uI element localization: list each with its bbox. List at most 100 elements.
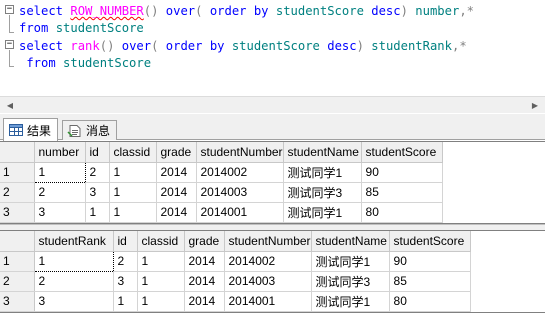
editor-horizontal-scrollbar[interactable]: ◀ ▶ (0, 96, 545, 113)
table-cell[interactable]: 1 (137, 271, 185, 292)
code-token: ( (151, 39, 166, 53)
table-cell[interactable]: 2014 (184, 271, 225, 292)
result-table: studentRank id classid grade studentNumber st… (0, 231, 471, 312)
table-cell[interactable]: 测试同学3 (283, 182, 362, 203)
row-header[interactable]: 2 (0, 182, 35, 203)
column-header[interactable]: grade (156, 142, 197, 163)
results-tab-bar: 结果 消息 (0, 114, 545, 141)
column-header[interactable]: classid (137, 231, 185, 252)
column-header[interactable]: studentNumber (196, 142, 284, 163)
table-cell[interactable]: 2014003 (224, 271, 312, 292)
table-cell[interactable]: 1 (33, 250, 114, 272)
code-line[interactable]: select rank() over( order by studentScor… (19, 38, 467, 55)
table-cell[interactable]: 2014 (156, 162, 197, 183)
table-cell[interactable]: 1 (85, 202, 110, 223)
table-row[interactable]: 2 2 3 1 2014 2014003 测试同学3 85 (0, 271, 471, 292)
column-header[interactable]: studentScore (389, 231, 471, 252)
table-cell[interactable]: 3 (34, 291, 114, 312)
tab-messages[interactable]: 消息 (62, 120, 118, 140)
code-token: studentRank (363, 39, 452, 53)
table-cell[interactable]: 2 (85, 162, 110, 183)
table-cell[interactable]: 测试同学1 (283, 162, 362, 183)
table-cell[interactable]: 80 (361, 202, 443, 223)
row-header[interactable]: 2 (0, 271, 35, 292)
scroll-right-arrow-icon[interactable]: ▶ (527, 98, 543, 113)
table-cell[interactable]: 1 (113, 291, 138, 312)
code-line[interactable]: from studentScore (19, 20, 144, 37)
table-cell[interactable]: 3 (85, 182, 110, 203)
table-cell[interactable]: 1 (109, 202, 157, 223)
table-row[interactable]: 3 3 1 1 2014 2014001 测试同学1 80 (0, 291, 471, 312)
scroll-left-arrow-icon[interactable]: ◀ (2, 98, 18, 113)
code-token: ,* (452, 39, 467, 53)
code-token: () (99, 39, 115, 53)
table-cell[interactable]: 1 (109, 162, 157, 183)
row-header[interactable]: 3 (0, 291, 35, 312)
table-row[interactable]: 1 1 2 1 2014 2014002 测试同学1 90 (0, 250, 471, 272)
table-cell[interactable]: 1 (109, 182, 157, 203)
table-row[interactable]: 3 3 1 1 2014 2014001 测试同学1 80 (0, 202, 443, 223)
table-cell[interactable]: 80 (389, 291, 471, 312)
table-row[interactable]: 1 1 2 1 2014 2014002 测试同学1 90 (0, 161, 443, 183)
column-header[interactable]: classid (109, 142, 157, 163)
code-token: order by (209, 4, 269, 18)
tab-results-label: 结果 (27, 123, 52, 138)
column-header[interactable]: id (85, 142, 110, 163)
table-cell[interactable]: 3 (34, 202, 86, 223)
column-header[interactable]: studentNumber (224, 231, 312, 252)
column-header[interactable]: studentRank (34, 231, 114, 252)
table-cell[interactable]: 测试同学3 (311, 271, 390, 292)
code-line[interactable]: from studentScore (19, 55, 151, 72)
table-cell[interactable]: 85 (361, 182, 443, 203)
code-token: order by (165, 39, 225, 53)
result-grid-2[interactable]: studentRank id classid grade studentNumber st… (0, 230, 545, 313)
table-cell[interactable]: 2 (34, 271, 114, 292)
table-cell[interactable]: 测试同学1 (283, 202, 362, 223)
table-cell[interactable]: 2014 (184, 291, 225, 312)
table-cell[interactable]: 测试同学1 (311, 291, 390, 312)
table-cell[interactable]: 2014 (156, 182, 197, 203)
editor-gutter: − − (0, 0, 18, 96)
table-cell[interactable]: 85 (389, 271, 471, 292)
table-cell[interactable]: 1 (137, 251, 185, 272)
table-cell[interactable]: 2 (34, 182, 86, 203)
row-header[interactable]: 3 (0, 202, 35, 223)
table-cell[interactable]: 2 (113, 251, 138, 272)
table-row[interactable]: 2 2 3 1 2014 2014003 测试同学3 85 (0, 182, 443, 203)
row-header[interactable]: 1 (0, 251, 35, 272)
code-token: over (158, 4, 196, 18)
row-header[interactable]: 1 (0, 162, 35, 183)
code-token: studentScore (48, 21, 144, 35)
code-token: select (19, 4, 71, 18)
code-line[interactable]: select ROW_NUMBER() over( order by stude… (19, 3, 474, 20)
table-cell[interactable]: 1 (33, 161, 86, 183)
table-cell[interactable]: 2014 (184, 251, 225, 272)
table-cell[interactable]: 2014 (156, 202, 197, 223)
column-header[interactable]: id (113, 231, 138, 252)
table-cell[interactable]: 1 (137, 291, 185, 312)
column-header[interactable]: studentName (283, 142, 362, 163)
table-cell[interactable]: 90 (389, 251, 471, 272)
table-cell[interactable]: 2014001 (196, 202, 284, 223)
table-cell[interactable]: 2014002 (224, 251, 312, 272)
column-header[interactable]: studentScore (361, 142, 443, 163)
table-cell[interactable]: 2014003 (196, 182, 284, 203)
grid-corner[interactable] (0, 231, 35, 252)
collapse-icon[interactable]: − (5, 5, 14, 14)
collapse-icon[interactable]: − (5, 40, 14, 49)
tab-results[interactable]: 结果 (3, 118, 59, 141)
scrollbar-track[interactable] (22, 100, 520, 110)
code-token: desc (327, 39, 357, 53)
code-token: studentScore (55, 56, 152, 70)
sql-editor[interactable]: − − select ROW_NUMBER() over( order by s… (0, 0, 545, 96)
grid-corner[interactable] (0, 142, 35, 163)
table-cell[interactable]: 2014002 (196, 162, 284, 183)
result-grid-1[interactable]: number id classid grade studentNumber student… (0, 141, 545, 224)
column-header[interactable]: studentName (311, 231, 390, 252)
table-cell[interactable]: 90 (361, 162, 443, 183)
table-cell[interactable]: 测试同学1 (311, 251, 390, 272)
table-cell[interactable]: 3 (113, 271, 138, 292)
table-cell[interactable]: 2014001 (224, 291, 312, 312)
column-header[interactable]: grade (184, 231, 225, 252)
column-header[interactable]: number (34, 142, 86, 163)
